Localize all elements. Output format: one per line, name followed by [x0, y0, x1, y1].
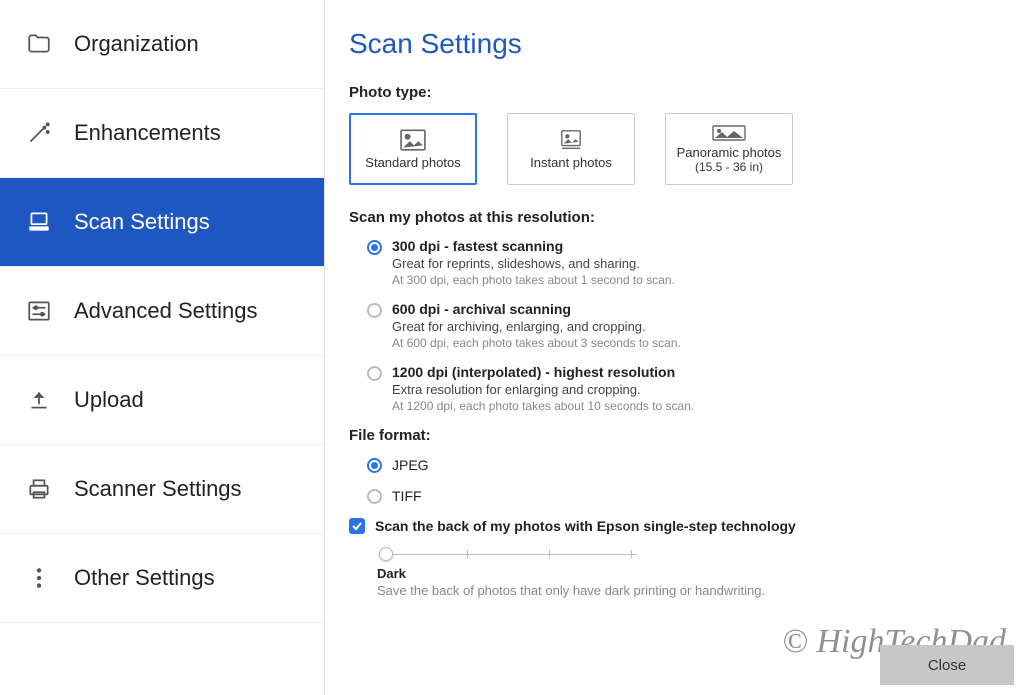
- radio-title: 300 dpi - fastest scanning: [392, 238, 675, 254]
- sidebar-item-label: Other Settings: [74, 565, 215, 591]
- slider-knob[interactable]: [379, 547, 393, 561]
- slider-level-label: Dark: [377, 566, 990, 581]
- radio-desc: Great for archiving, enlarging, and crop…: [392, 319, 681, 334]
- page-title: Scan Settings: [349, 28, 990, 60]
- sliders-icon: [26, 298, 52, 324]
- radio-label: TIFF: [392, 488, 422, 504]
- radio-note: At 300 dpi, each photo takes about 1 sec…: [392, 273, 675, 287]
- radio-title: 1200 dpi (interpolated) - highest resolu…: [392, 364, 694, 380]
- file-format-jpeg[interactable]: JPEG: [367, 456, 990, 473]
- resolution-300[interactable]: 300 dpi - fastest scanning Great for rep…: [367, 238, 990, 287]
- sidebar-item-upload[interactable]: Upload: [0, 356, 324, 445]
- sidebar: Organization Enhancements Scan Settings …: [0, 0, 325, 695]
- photo-type-label-text: Panoramic photos: [677, 145, 782, 160]
- photo-type-panoramic[interactable]: Panoramic photos (15.5 - 36 in): [665, 113, 793, 185]
- scanner-icon: [26, 209, 52, 235]
- photo-type-instant[interactable]: Instant photos: [507, 113, 635, 185]
- photo-type-row: Standard photos Instant photos Panoramic…: [349, 113, 990, 185]
- main-panel: Scan Settings Photo type: Standard photo…: [325, 0, 1024, 695]
- resolution-group: 300 dpi - fastest scanning Great for rep…: [367, 238, 990, 413]
- more-vertical-icon: [26, 565, 52, 591]
- slider-desc: Save the back of photos that only have d…: [377, 583, 990, 598]
- sidebar-item-label: Scan Settings: [74, 209, 210, 235]
- sidebar-item-advanced-settings[interactable]: Advanced Settings: [0, 267, 324, 356]
- sidebar-item-organization[interactable]: Organization: [0, 0, 324, 89]
- radio-label: JPEG: [392, 457, 429, 473]
- sidebar-item-other-settings[interactable]: Other Settings: [0, 534, 324, 623]
- image-icon: [560, 129, 582, 151]
- radio-icon: [367, 240, 382, 255]
- radio-note: At 600 dpi, each photo takes about 3 sec…: [392, 336, 681, 350]
- file-format-label: File format:: [349, 427, 990, 444]
- radio-note: At 1200 dpi, each photo takes about 10 s…: [392, 399, 694, 413]
- radio-title: 600 dpi - archival scanning: [392, 301, 681, 317]
- sidebar-item-enhancements[interactable]: Enhancements: [0, 89, 324, 178]
- radio-icon: [367, 458, 382, 473]
- printer-icon: [26, 476, 52, 502]
- checkbox-icon: [349, 518, 365, 534]
- radio-desc: Great for reprints, slideshows, and shar…: [392, 256, 675, 271]
- resolution-600[interactable]: 600 dpi - archival scanning Great for ar…: [367, 301, 990, 350]
- resolution-1200[interactable]: 1200 dpi (interpolated) - highest resolu…: [367, 364, 990, 413]
- photo-type-label-text: Standard photos: [365, 155, 460, 170]
- scan-back-slider[interactable]: [377, 544, 637, 562]
- radio-icon: [367, 303, 382, 318]
- photo-type-label: Photo type:: [349, 84, 990, 101]
- sidebar-item-label: Organization: [74, 31, 199, 57]
- sidebar-item-scanner-settings[interactable]: Scanner Settings: [0, 445, 324, 534]
- resolution-label: Scan my photos at this resolution:: [349, 209, 990, 226]
- radio-desc: Extra resolution for enlarging and cropp…: [392, 382, 694, 397]
- file-format-tiff[interactable]: TIFF: [367, 487, 990, 504]
- photo-type-label-text: Instant photos: [530, 155, 612, 170]
- sidebar-item-label: Enhancements: [74, 120, 221, 146]
- upload-icon: [26, 387, 52, 413]
- sidebar-item-label: Advanced Settings: [74, 298, 257, 324]
- image-icon: [712, 125, 746, 141]
- folder-icon: [26, 31, 52, 57]
- radio-icon: [367, 366, 382, 381]
- sidebar-item-scan-settings[interactable]: Scan Settings: [0, 178, 324, 267]
- checkbox-label: Scan the back of my photos with Epson si…: [375, 518, 796, 534]
- close-button[interactable]: Close: [880, 645, 1014, 685]
- photo-type-standard[interactable]: Standard photos: [349, 113, 477, 185]
- sidebar-item-label: Scanner Settings: [74, 476, 242, 502]
- scan-back-checkbox[interactable]: Scan the back of my photos with Epson si…: [349, 518, 990, 534]
- sidebar-item-label: Upload: [74, 387, 144, 413]
- photo-type-sublabel: (15.5 - 36 in): [695, 160, 763, 174]
- radio-icon: [367, 489, 382, 504]
- magic-wand-icon: [26, 120, 52, 146]
- close-button-label: Close: [928, 657, 966, 674]
- image-icon: [400, 129, 426, 151]
